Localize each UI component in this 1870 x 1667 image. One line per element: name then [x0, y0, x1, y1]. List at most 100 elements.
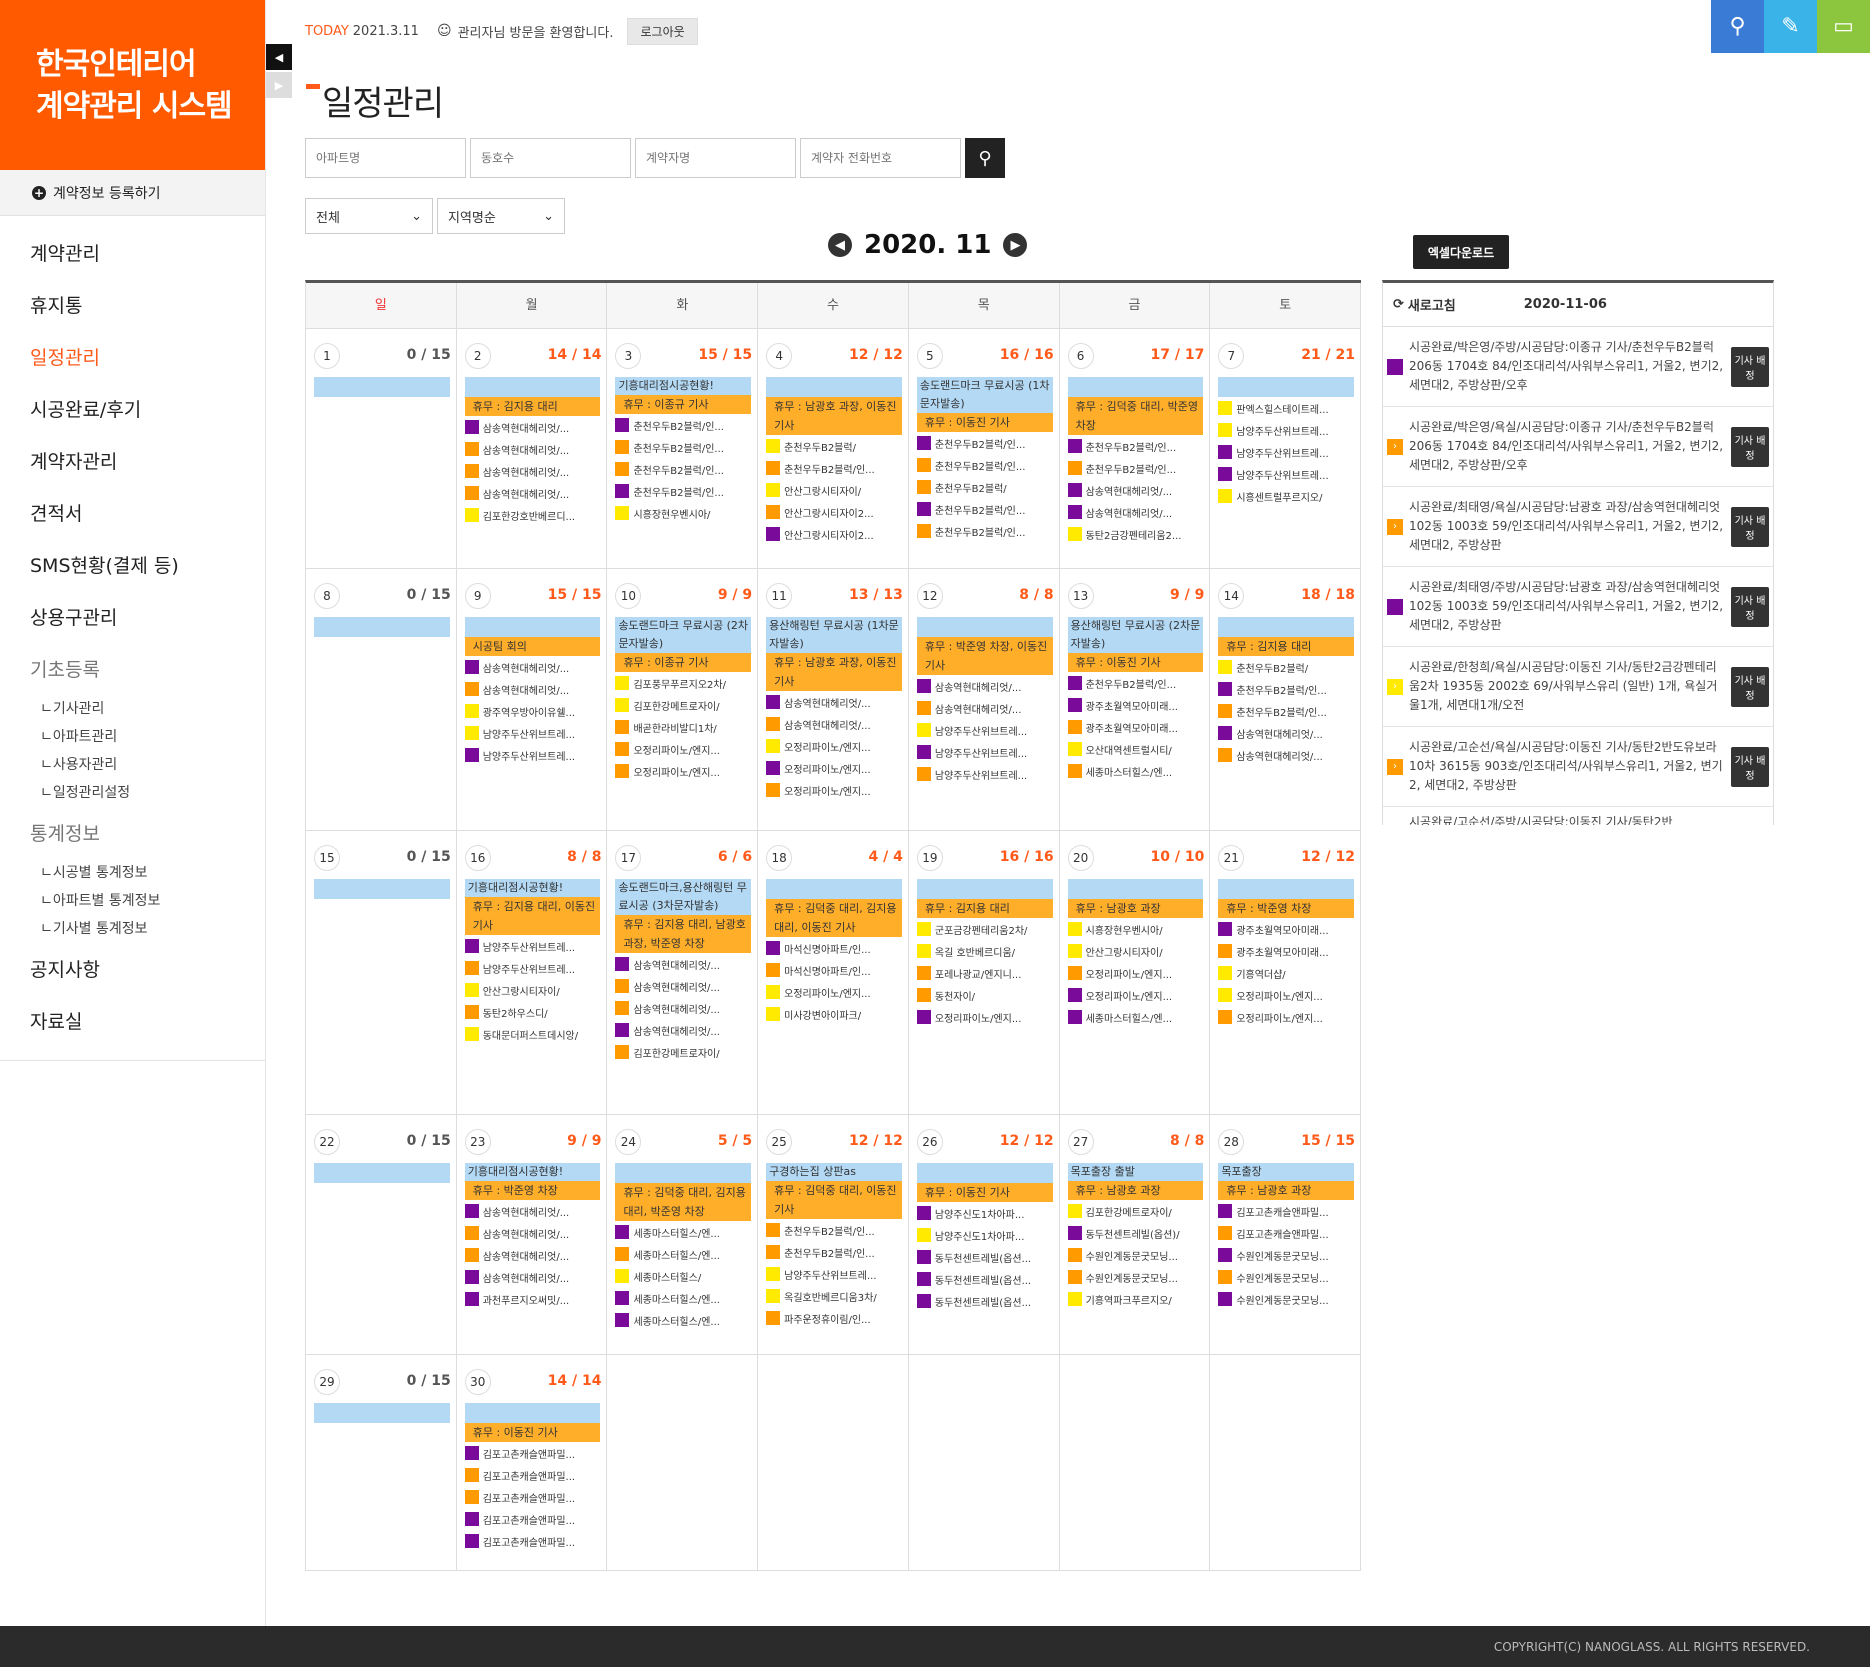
- day-off-bar[interactable]: 휴무 : 이동진 기사: [916, 1183, 1053, 1202]
- assign-technician-button[interactable]: 기사 배정: [1731, 746, 1769, 787]
- day-off-bar[interactable]: 휴무 : 김지용 대리, 이동진 기사: [464, 897, 601, 935]
- schedule-item[interactable]: 춘천우두B2블럭/: [916, 476, 1057, 498]
- day-off-bar[interactable]: 휴무 : 이종규 기사: [615, 395, 752, 414]
- nav-item-2[interactable]: 일정관리: [0, 330, 265, 382]
- schedule-item[interactable]: 오정리파이노/엔지...: [916, 1006, 1057, 1028]
- day-off-bar[interactable]: 휴무 : 김지용 대리: [916, 899, 1053, 918]
- calendar-day[interactable]: 26 12 / 12 휴무 : 이동진 기사 남양주신도1차아파... 남양주신도1차아…: [908, 1115, 1060, 1355]
- schedule-item[interactable]: 시흥장현우벤시아/: [615, 502, 755, 524]
- day-off-bar[interactable]: 휴무 : 남광호 과장: [1067, 1181, 1204, 1200]
- schedule-item[interactable]: 안산그랑시티자이2...: [766, 523, 906, 545]
- schedule-item[interactable]: 김포고촌캐슬앤파밀...: [1218, 1200, 1358, 1222]
- schedule-item[interactable]: 춘천우두B2블럭/: [1218, 656, 1358, 678]
- day-off-bar[interactable]: 휴무 : 이동진 기사: [916, 413, 1053, 432]
- refresh-icon[interactable]: ⟳: [1393, 297, 1404, 312]
- schedule-item[interactable]: 춘천우두B2블럭/인...: [1067, 435, 1208, 457]
- schedule-item[interactable]: 시흥장현우벤시아/: [1067, 918, 1208, 940]
- assign-technician-button[interactable]: 기사 배정: [1731, 426, 1769, 467]
- schedule-item[interactable]: 동두천센트레빌(옵션)/: [1067, 1222, 1208, 1244]
- calendar-day[interactable]: 3 15 / 15 기흥대리점시공현황! 휴무 : 이종규 기사 춘천우두B2블럭/인.…: [607, 329, 759, 569]
- day-note-bar[interactable]: [314, 1163, 450, 1183]
- schedule-item[interactable]: 김포고촌캐슬앤파밀...: [464, 1486, 605, 1508]
- schedule-item[interactable]: 광주초월역모아미래...: [1218, 918, 1358, 940]
- nav-item-7[interactable]: 상용구관리: [0, 590, 265, 642]
- schedule-item[interactable]: 수원인계동문굿모닝...: [1067, 1266, 1208, 1288]
- assign-technician-button[interactable]: 기사 배정: [1731, 346, 1769, 387]
- calendar-day[interactable]: 27 8 / 8 목포출장 출발 휴무 : 남광호 과장 김포한강메트로자이/동두천센트…: [1059, 1115, 1211, 1355]
- schedule-item[interactable]: 안산그랑시티자이/: [766, 479, 906, 501]
- schedule-item[interactable]: 남양주두산위브트레...: [464, 935, 605, 957]
- calendar-day[interactable]: 8 0 / 15: [306, 569, 457, 831]
- day-note-bar[interactable]: [314, 1403, 450, 1423]
- day-off-bar[interactable]: 시공팀 회의: [464, 637, 601, 656]
- side-list-item[interactable]: 시공완료/박은영/주방/시공담당:이종규 기사/춘천우두B2블럭 206동 17…: [1383, 327, 1773, 407]
- nav-sub-basic-3[interactable]: ㄴ일정관리설정: [0, 778, 265, 806]
- schedule-item[interactable]: 김포고촌캐슬앤파밀...: [464, 1464, 605, 1486]
- calendar-day[interactable]: 24 5 / 5 휴무 : 김덕중 대리, 김지용 대리, 박준영 차장 세종마스터힐…: [607, 1115, 759, 1355]
- day-off-bar[interactable]: 휴무 : 남광호 과장, 이동진 기사: [766, 653, 902, 691]
- schedule-item[interactable]: 삼송역현대헤리엇/...: [464, 460, 605, 482]
- schedule-item[interactable]: 세종마스터힐스/엔...: [615, 1309, 755, 1331]
- calendar-day[interactable]: 12 8 / 8 휴무 : 박준영 차장, 이동진 기사 삼송역현대헤리엇/... 삼송…: [908, 569, 1060, 831]
- schedule-item[interactable]: 오정리파이노/엔지...: [1067, 984, 1208, 1006]
- schedule-item[interactable]: 춘천우두B2블럭/: [766, 435, 906, 457]
- calendar-day[interactable]: [1210, 1355, 1362, 1571]
- day-note-bar[interactable]: [1218, 617, 1355, 637]
- calendar-day[interactable]: 11 13 / 13 용산해링턴 무료시공 (1차문자발송) 휴무 : 남광호 과장,…: [758, 569, 909, 831]
- logout-button[interactable]: 로그아웃: [627, 17, 698, 45]
- schedule-item[interactable]: 남양주두산위브트레...: [464, 957, 605, 979]
- schedule-item[interactable]: 춘천우두B2블럭/인...: [615, 414, 755, 436]
- calendar-day[interactable]: 21 12 / 12 휴무 : 박준영 차장 광주초월역모아미래... 광주초월역모아미…: [1210, 831, 1362, 1115]
- calendar-day[interactable]: 5 16 / 16 송도랜드마크 무료시공 (1차문자발송) 휴무 : 이동진 기사 춘…: [908, 329, 1060, 569]
- schedule-item[interactable]: 동천자이/: [916, 984, 1057, 1006]
- schedule-item[interactable]: 광주초월역모아미래...: [1218, 940, 1358, 962]
- schedule-item[interactable]: 안산그랑시티자이/: [1067, 940, 1208, 962]
- schedule-item[interactable]: 춘천우두B2블럭/인...: [916, 432, 1057, 454]
- day-note-bar[interactable]: [1067, 879, 1204, 899]
- schedule-item[interactable]: 마석신명아파트/인...: [766, 959, 906, 981]
- schedule-item[interactable]: 오정리파이노/엔지...: [766, 735, 906, 757]
- schedule-item[interactable]: 안산그랑시티자이/: [464, 979, 605, 1001]
- schedule-item[interactable]: 광주초월역모아미래...: [1067, 716, 1208, 738]
- calendar-day[interactable]: [908, 1355, 1060, 1571]
- schedule-item[interactable]: 세종마스터힐스/엔...: [1067, 760, 1208, 782]
- schedule-item[interactable]: 김포한강메트로자이/: [1067, 1200, 1208, 1222]
- day-note-bar[interactable]: [1218, 879, 1355, 899]
- schedule-item[interactable]: 삼송역현대헤리엇/...: [766, 691, 906, 713]
- schedule-item[interactable]: 김포한강호반베르디...: [464, 504, 605, 526]
- calendar-day[interactable]: 9 15 / 15 시공팀 회의 삼송역현대헤리엇/... 삼송역현대헤리엇/... 광주…: [456, 569, 608, 831]
- day-note-bar[interactable]: [916, 1163, 1053, 1183]
- sidebar-expand-button[interactable]: ▶: [266, 72, 292, 98]
- schedule-item[interactable]: 삼송역현대헤리엇/...: [1067, 501, 1208, 523]
- schedule-item[interactable]: 남양주두산위브트레...: [1218, 441, 1358, 463]
- nav-item-3[interactable]: 시공완료/후기: [0, 382, 265, 434]
- schedule-item[interactable]: 수원인계동문굿모닝...: [1218, 1244, 1358, 1266]
- schedule-item[interactable]: 오정리파이노/엔지...: [766, 779, 906, 801]
- schedule-item[interactable]: 남양주두산위브트레...: [464, 744, 605, 766]
- day-note-bar[interactable]: 기흥대리점시공현황!: [615, 377, 752, 395]
- apartment-search-input[interactable]: [305, 138, 466, 178]
- refresh-button[interactable]: 새로고침: [1408, 295, 1456, 314]
- sort-select[interactable]: 지역명순 ⌄: [437, 198, 565, 234]
- nav-item-tail-0[interactable]: 공지사항: [0, 942, 265, 994]
- day-note-bar[interactable]: [766, 879, 902, 899]
- day-note-bar[interactable]: 송도랜드마크 무료시공 (1차문자발송): [916, 377, 1053, 413]
- schedule-item[interactable]: 안산그랑시티자이2...: [766, 501, 906, 523]
- day-off-bar[interactable]: 휴무 : 김지용 대리: [1218, 637, 1355, 656]
- calendar-day[interactable]: 22 0 / 15: [306, 1115, 457, 1355]
- day-off-bar[interactable]: 휴무 : 박준영 차장: [464, 1181, 601, 1200]
- schedule-item[interactable]: 춘천우두B2블럭/인...: [766, 1241, 906, 1263]
- schedule-item[interactable]: 세종마스터힐스/엔...: [1067, 1006, 1208, 1028]
- schedule-item[interactable]: 삼송역현대헤리엇/...: [464, 416, 605, 438]
- schedule-item[interactable]: 오정리파이노/엔지...: [615, 738, 755, 760]
- schedule-item[interactable]: 춘천우두B2블럭/인...: [1218, 700, 1358, 722]
- calendar-day[interactable]: 13 9 / 9 용산해링턴 무료시공 (2차문자발송) 휴무 : 이동진 기사 춘천우…: [1059, 569, 1211, 831]
- schedule-item[interactable]: 수원인계동문굿모닝...: [1218, 1288, 1358, 1310]
- schedule-item[interactable]: 미사강변아이파크/: [766, 1003, 906, 1025]
- nav-sub-basic-1[interactable]: ㄴ아파트관리: [0, 722, 265, 750]
- calendar-day[interactable]: [607, 1355, 759, 1571]
- schedule-item[interactable]: 남양주신도1차아파...: [916, 1224, 1057, 1246]
- day-off-bar[interactable]: 휴무 : 김지용 대리, 남광호 과장, 박준영 차장: [615, 915, 752, 953]
- calendar-day[interactable]: 28 15 / 15 목포출장 휴무 : 남광호 과장 김포고촌캐슬앤파밀... 김포고촌…: [1210, 1115, 1362, 1355]
- schedule-item[interactable]: 포레나광교/엔지니...: [916, 962, 1057, 984]
